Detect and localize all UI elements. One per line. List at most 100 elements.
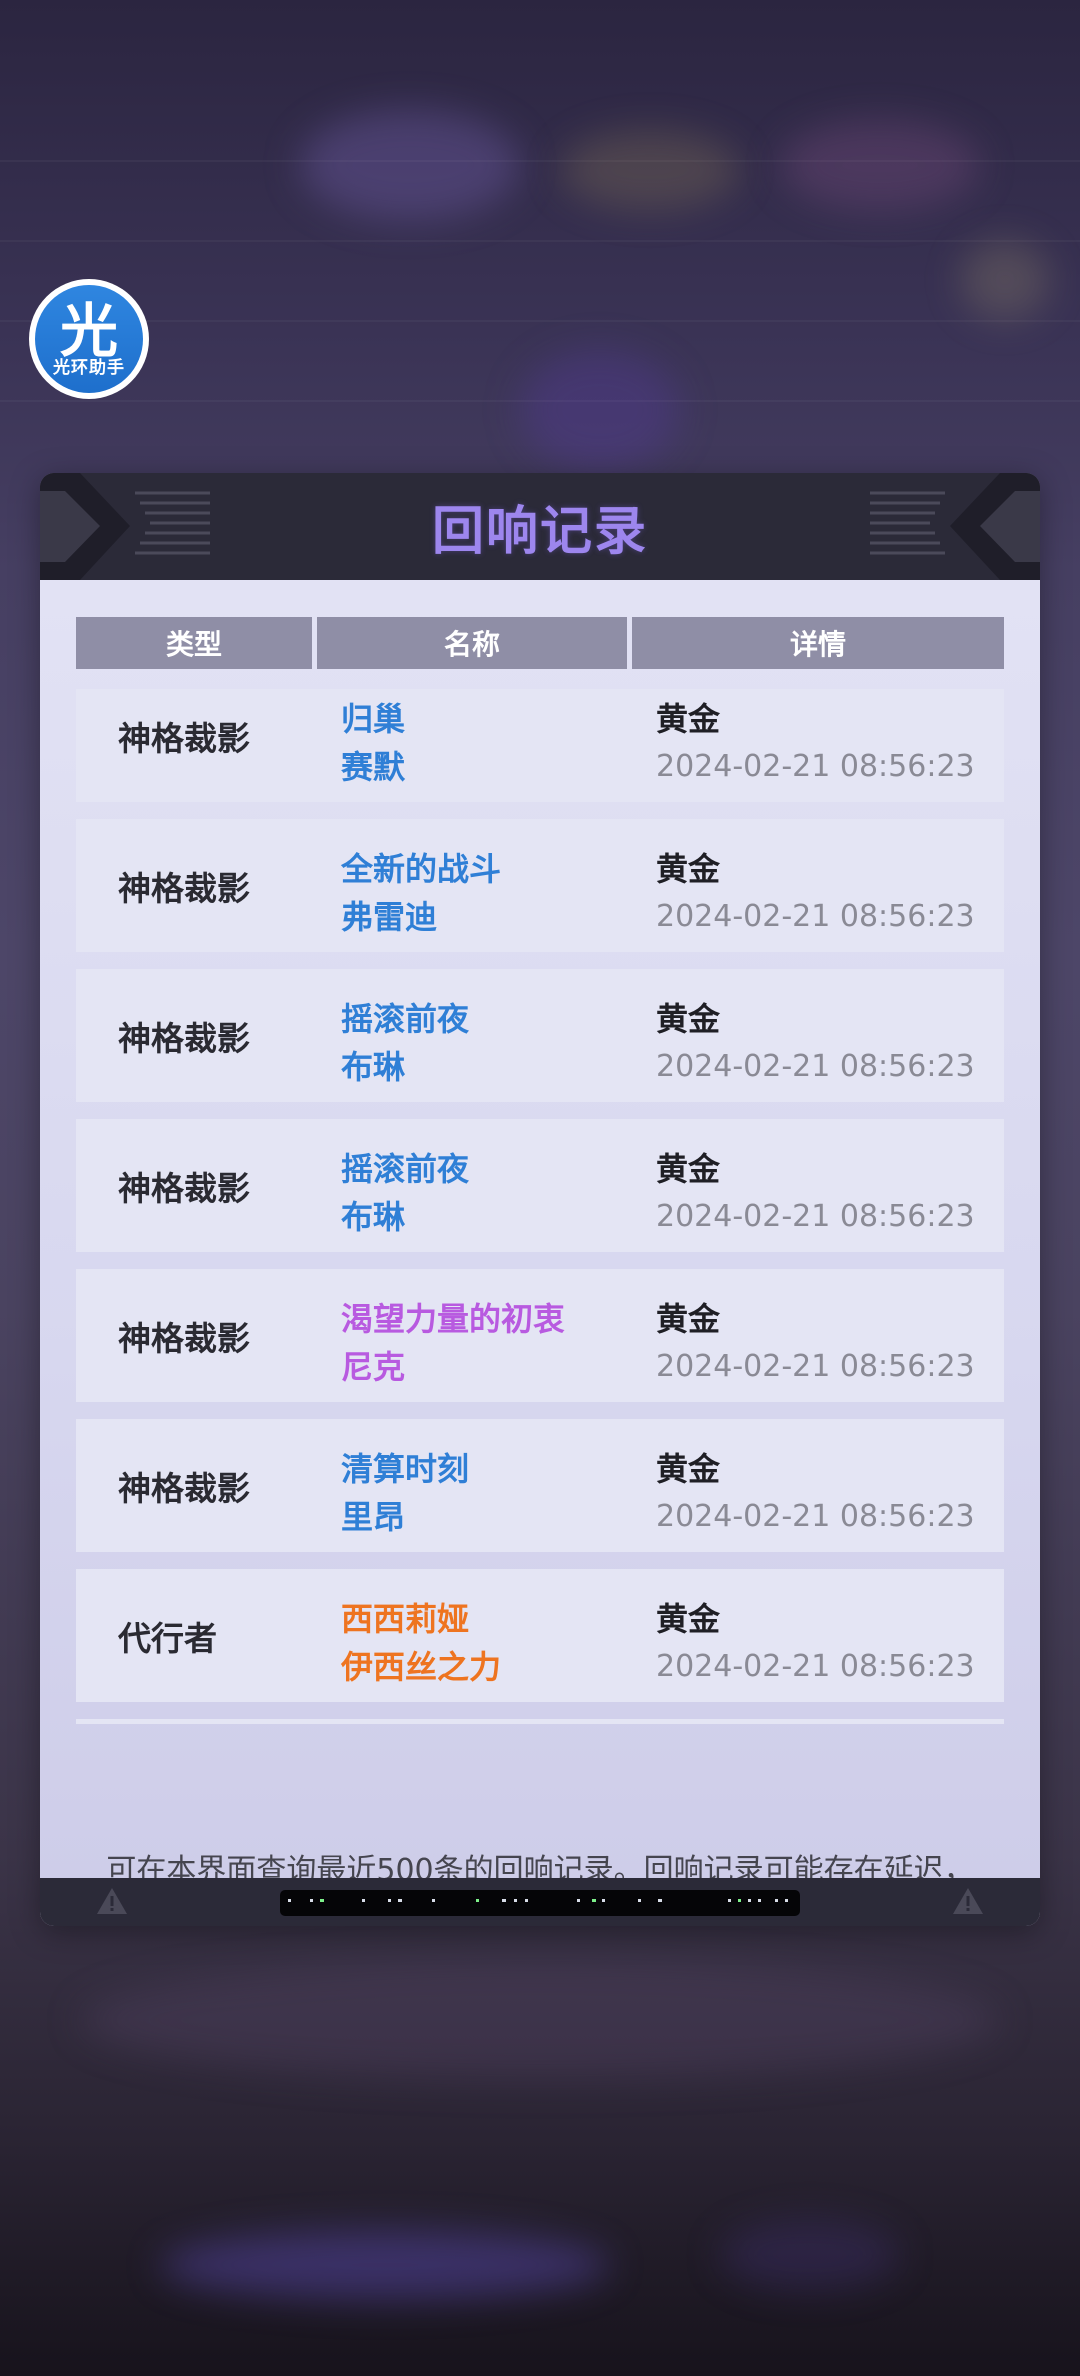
record-time: 2024-02-21 08:56:23 <box>656 1649 975 1684</box>
dialog-header: 回响记录 <box>40 473 1040 580</box>
record-detail: 黄金 2024-02-21 08:56:23 <box>656 1145 975 1241</box>
record-row: 神格裁影 摇滚前夜 布琳 黄金 2024-02-21 08:56:23 <box>76 969 1004 1102</box>
record-grade: 黄金 <box>656 1450 721 1488</box>
dialog-body: 类型 名称 详情 神格裁影 归巢 赛默 黄金 2024-02-21 08:56:23 神格… <box>40 580 1040 1926</box>
loading-tick <box>388 1899 391 1902</box>
loading-tick <box>738 1899 741 1902</box>
record-row <box>76 1719 1004 1724</box>
assistant-logo-text: 光环助手 <box>53 358 125 378</box>
loading-tick <box>362 1899 365 1902</box>
record-detail: 黄金 2024-02-21 08:56:23 <box>656 1295 975 1391</box>
record-detail: 黄金 2024-02-21 08:56:23 <box>656 695 975 791</box>
dialog-title: 回响记录 <box>431 502 648 562</box>
record-time: 2024-02-21 08:56:23 <box>656 1199 975 1234</box>
record-name-line2: 尼克 <box>341 1348 406 1386</box>
record-row: 代行者 西西莉娅伊西丝之力 黄金 2024-02-21 08:56:23 <box>76 1569 1004 1702</box>
record-name-line1: 清算时刻 <box>341 1450 470 1488</box>
record-name-line1: 归巢 <box>341 700 406 738</box>
assistant-float-button[interactable]: 光 光环助手 <box>29 279 149 399</box>
background-glow <box>300 110 520 220</box>
warning-icon <box>953 1888 983 1914</box>
background-glow <box>720 2220 900 2290</box>
background-glow <box>960 240 1050 320</box>
record-type: 神格裁影 <box>118 1168 250 1208</box>
background-glow <box>560 130 740 210</box>
background-glow <box>80 1960 1000 2080</box>
record-type: 神格裁影 <box>118 718 250 758</box>
assistant-logo: 光 光环助手 <box>35 285 143 393</box>
loading-tick <box>432 1899 435 1902</box>
record-name-line1: 西西莉娅 <box>341 1600 470 1638</box>
record-type: 神格裁影 <box>118 1468 250 1508</box>
record-row: 神格裁影 归巢赛默 黄金 2024-02-21 08:56:23 <box>76 689 1004 802</box>
record-row: 神格裁影 清算时刻里昂 黄金 2024-02-21 08:56:23 <box>76 1419 1004 1552</box>
loading-tick <box>638 1899 641 1902</box>
loading-tick <box>748 1899 751 1902</box>
record-time: 2024-02-21 08:56:23 <box>656 899 975 934</box>
record-grade: 黄金 <box>656 850 721 888</box>
record-name: 清算时刻 里昂 <box>341 1445 469 1541</box>
loading-tick <box>602 1899 605 1902</box>
record-time: 2024-02-21 08:56:23 <box>656 1499 975 1534</box>
record-detail: 黄金 2024-02-21 08:56:23 <box>656 1445 975 1541</box>
record-name: 渴望力量的初衷 尼克 <box>341 1295 565 1391</box>
loading-tick <box>577 1899 580 1902</box>
loading-tick <box>775 1899 778 1902</box>
record-name-line1: 摇滚前夜 <box>341 1000 470 1038</box>
record-type: 代行者 <box>118 1618 217 1658</box>
record-row: 神格裁影 摇滚前夜布琳 黄金 2024-02-21 08:56:23 <box>76 1119 1004 1252</box>
loading-tick <box>592 1899 596 1902</box>
record-name-line1: 摇滚前夜 <box>341 1150 470 1188</box>
record-name-line1: 渴望力量的初衷 <box>341 1300 566 1338</box>
record-type: 神格裁影 <box>118 868 250 908</box>
record-name-line1: 全新的战斗 <box>341 850 502 888</box>
loading-tick <box>398 1899 402 1902</box>
loading-tick <box>758 1899 761 1902</box>
record-type: 神格裁影 <box>118 1018 250 1058</box>
record-grade: 黄金 <box>656 700 721 738</box>
column-header: 类型 名称 详情 <box>76 617 1004 669</box>
chevron-decoration-right <box>870 473 1040 580</box>
record-name-line2: 赛默 <box>341 748 406 786</box>
record-type: 神格裁影 <box>118 1318 250 1358</box>
loading-tick <box>658 1899 662 1902</box>
record-name: 全新的战斗 弗雷迪 <box>341 845 501 941</box>
record-name: 西西莉娅 伊西丝之力 <box>341 1595 501 1691</box>
chevron-decoration-left <box>40 473 210 580</box>
loading-tick <box>525 1899 528 1902</box>
warning-icon <box>97 1888 127 1914</box>
background-glow <box>520 350 680 470</box>
record-grade: 黄金 <box>656 1000 721 1038</box>
assistant-logo-glyph: 光 <box>59 297 118 365</box>
record-row: 神格裁影 全新的战斗弗雷迪 黄金 2024-02-21 08:56:23 <box>76 819 1004 952</box>
column-header-type: 类型 <box>76 617 312 669</box>
background-glow <box>160 2230 610 2300</box>
dialog-footer <box>40 1878 1040 1926</box>
record-name-line2: 布琳 <box>341 1198 406 1236</box>
record-name: 摇滚前夜 布琳 <box>341 995 469 1091</box>
record-grade: 黄金 <box>656 1300 721 1338</box>
record-name-line2: 伊西丝之力 <box>341 1648 502 1686</box>
record-list[interactable]: 神格裁影 归巢 赛默 黄金 2024-02-21 08:56:23 神格裁影 全新的战斗 弗雷… <box>76 689 1004 1724</box>
loading-tick <box>310 1899 313 1902</box>
loading-tick <box>514 1899 517 1902</box>
record-name-line2: 弗雷迪 <box>341 898 438 936</box>
loading-tick <box>476 1899 479 1902</box>
loading-tick <box>728 1899 731 1902</box>
column-header-name: 名称 <box>317 617 627 669</box>
record-name-line2: 里昂 <box>341 1498 406 1536</box>
record-detail: 黄金 2024-02-21 08:56:23 <box>656 845 975 941</box>
background-glow <box>780 120 980 210</box>
record-detail: 黄金 2024-02-21 08:56:23 <box>656 1595 975 1691</box>
echo-record-dialog: 回响记录 类型 名称 详情 神格裁影 归巢 赛默 黄金 2024-02-21 08:56… <box>40 473 1040 1926</box>
record-row: 神格裁影 渴望力量的初衷 尼克 黄金 2024-02-21 08:56:23 <box>76 1269 1004 1402</box>
record-grade: 黄金 <box>656 1150 721 1188</box>
column-header-detail: 详情 <box>632 617 1004 669</box>
record-detail: 黄金 2024-02-21 08:56:23 <box>656 995 975 1091</box>
loading-tick <box>288 1899 291 1902</box>
record-time: 2024-02-21 08:56:23 <box>656 1049 975 1084</box>
record-time: 2024-02-21 08:56:23 <box>656 1349 975 1384</box>
record-name: 归巢 赛默 <box>341 695 405 791</box>
loading-indicator-bar <box>280 1890 800 1916</box>
record-grade: 黄金 <box>656 1600 721 1638</box>
